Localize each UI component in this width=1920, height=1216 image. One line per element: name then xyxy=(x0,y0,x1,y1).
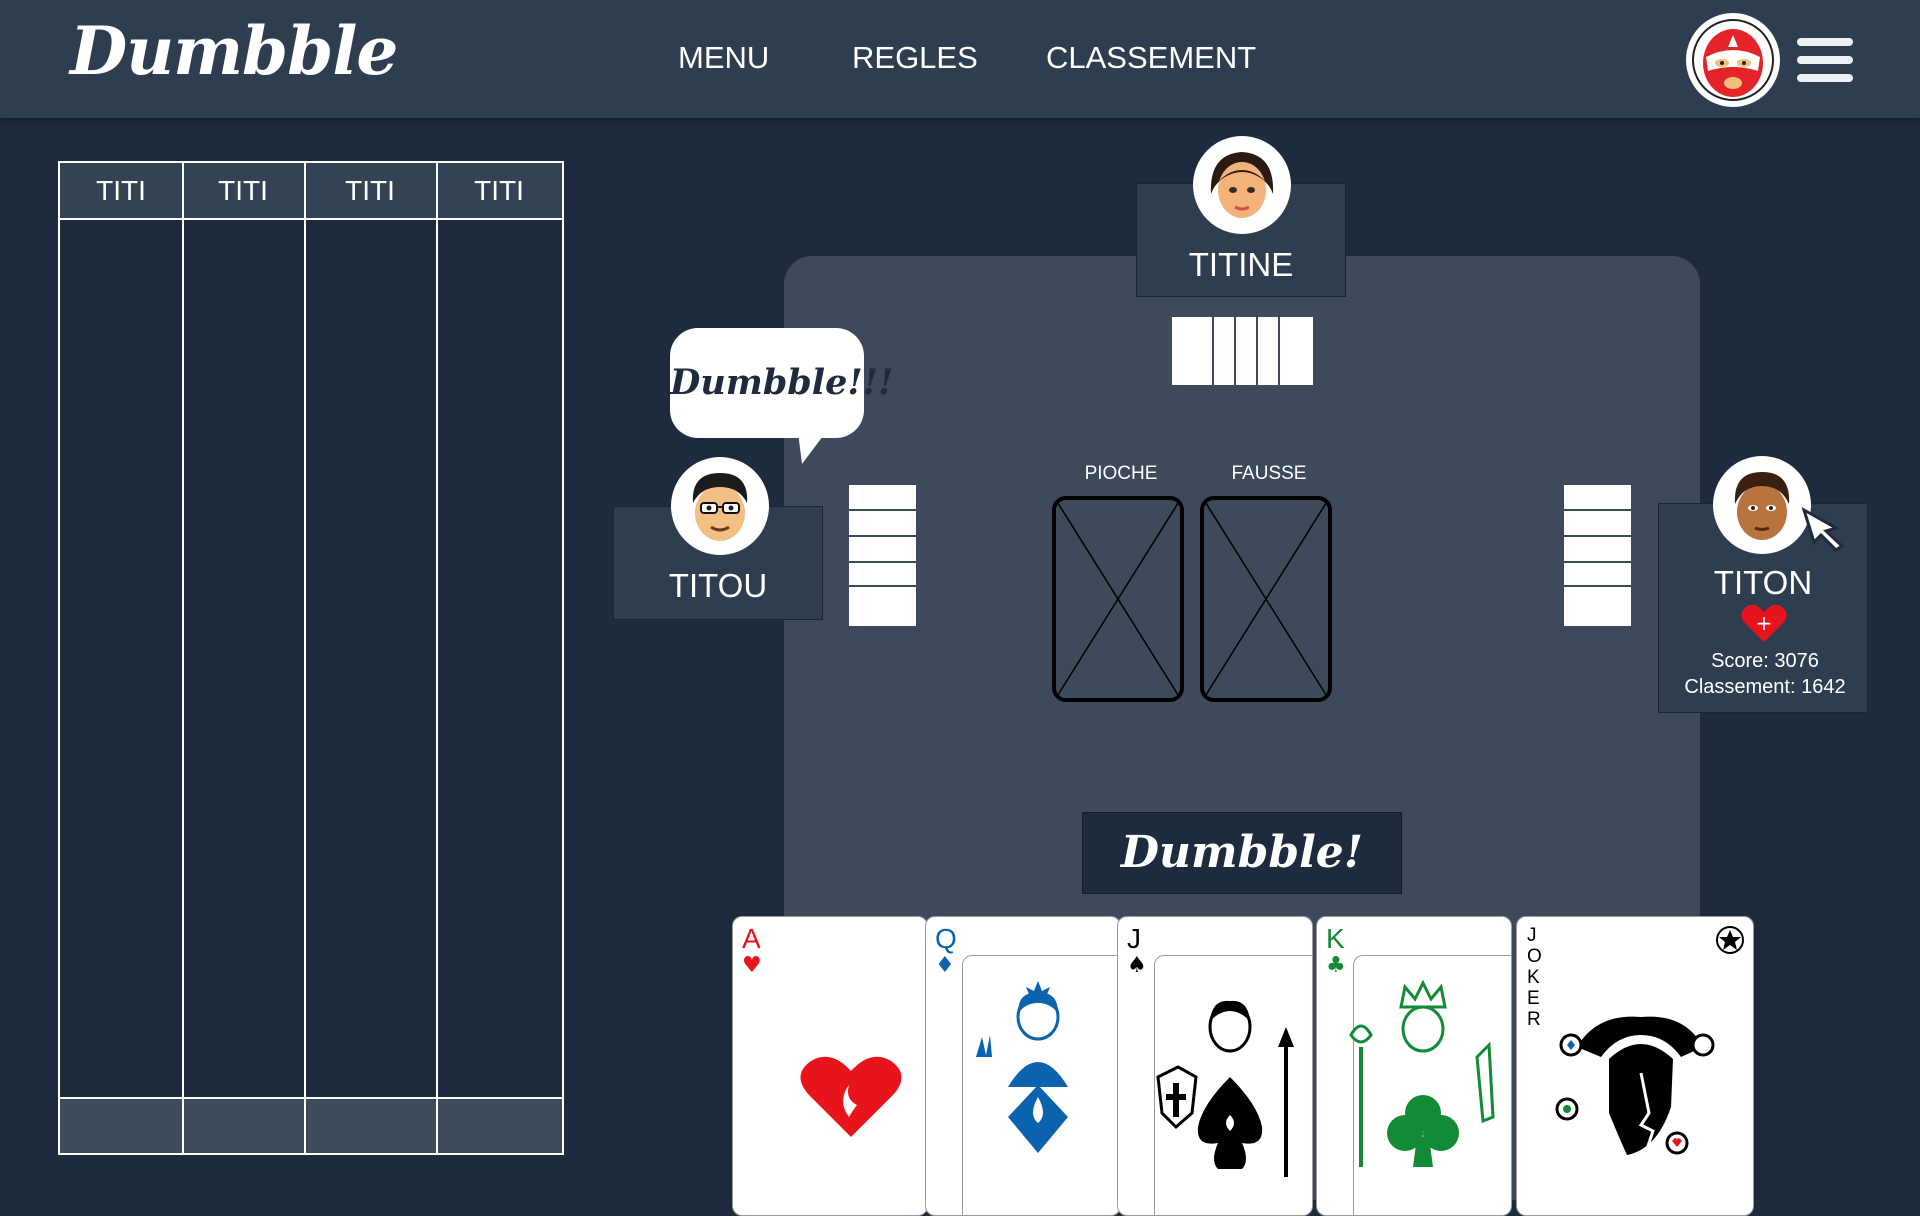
heart-plus-icon[interactable]: + xyxy=(1740,602,1788,644)
man-glasses-avatar-icon xyxy=(675,461,765,551)
hand-card-ace-hearts[interactable]: A ♥ xyxy=(732,916,928,1216)
player-name: TITOU xyxy=(668,567,768,604)
heart-icon xyxy=(800,1056,902,1137)
empty-slot-icon xyxy=(1056,500,1180,698)
player-name: TITON xyxy=(1713,564,1813,601)
score-column-header: TITI xyxy=(436,163,562,220)
opponent-hand-top xyxy=(1172,317,1313,385)
player-name: TITINE xyxy=(1188,246,1294,283)
speech-bubble-tail xyxy=(798,432,826,464)
player-avatar-top[interactable] xyxy=(1193,136,1291,234)
player-avatar-left[interactable] xyxy=(671,457,769,555)
joker-figure-icon xyxy=(1555,926,1744,1155)
draw-pile-label: PIOCHE xyxy=(1084,463,1158,484)
app-logo[interactable]: Dumbble xyxy=(70,12,398,90)
user-avatar[interactable] xyxy=(1686,13,1780,107)
dumbble-button[interactable]: Dumbble! xyxy=(1082,812,1402,894)
jack-figure-icon xyxy=(1156,1000,1294,1177)
nav-classement[interactable]: CLASSEMENT xyxy=(1046,40,1256,76)
score-column-header: TITI xyxy=(182,163,304,220)
discard-pile[interactable] xyxy=(1200,496,1332,702)
score-table: TITI TITI TITI TITI xyxy=(58,161,564,1155)
svg-text:+: + xyxy=(1756,611,1773,635)
discard-pile-label: FAUSSE xyxy=(1231,463,1307,484)
hand-card-queen-diamonds[interactable]: Q ♦ xyxy=(925,916,1121,1216)
column-divider xyxy=(436,163,438,1153)
hamburger-menu-icon[interactable] xyxy=(1797,38,1853,82)
woman-avatar-icon xyxy=(1197,140,1287,230)
opponent-hand-right xyxy=(1564,485,1631,626)
hand-card-king-clubs[interactable]: K ♣ xyxy=(1316,916,1512,1216)
queen-figure-icon xyxy=(976,981,1068,1153)
man-tan-avatar-icon xyxy=(1717,460,1807,550)
cursor-arrow-icon xyxy=(1801,506,1845,552)
player-score: Score: 3076 xyxy=(1711,650,1819,672)
empty-slot-icon xyxy=(1204,500,1328,698)
hand-card-joker[interactable]: JOKER xyxy=(1516,916,1754,1216)
player-avatar-right[interactable] xyxy=(1713,456,1811,554)
nav-menu[interactable]: MENU xyxy=(678,40,769,76)
speech-bubble: Dumbble!!! xyxy=(670,328,893,438)
king-figure-icon xyxy=(1349,979,1495,1167)
score-totals-row xyxy=(60,1097,562,1153)
column-divider xyxy=(304,163,306,1153)
opponent-hand-left xyxy=(849,485,916,626)
column-divider xyxy=(182,163,184,1153)
top-bar: Dumbble MENU REGLES CLASSEMENT xyxy=(0,0,1920,118)
nav-regles[interactable]: REGLES xyxy=(852,40,978,76)
score-column-header: TITI xyxy=(304,163,436,220)
score-column-header: TITI xyxy=(60,163,182,220)
player-ranking: Classement: 1642 xyxy=(1684,676,1846,698)
hand-card-jack-spades[interactable]: J ♠ xyxy=(1117,916,1313,1216)
luchador-avatar-icon xyxy=(1692,19,1774,101)
draw-pile[interactable] xyxy=(1052,496,1184,702)
